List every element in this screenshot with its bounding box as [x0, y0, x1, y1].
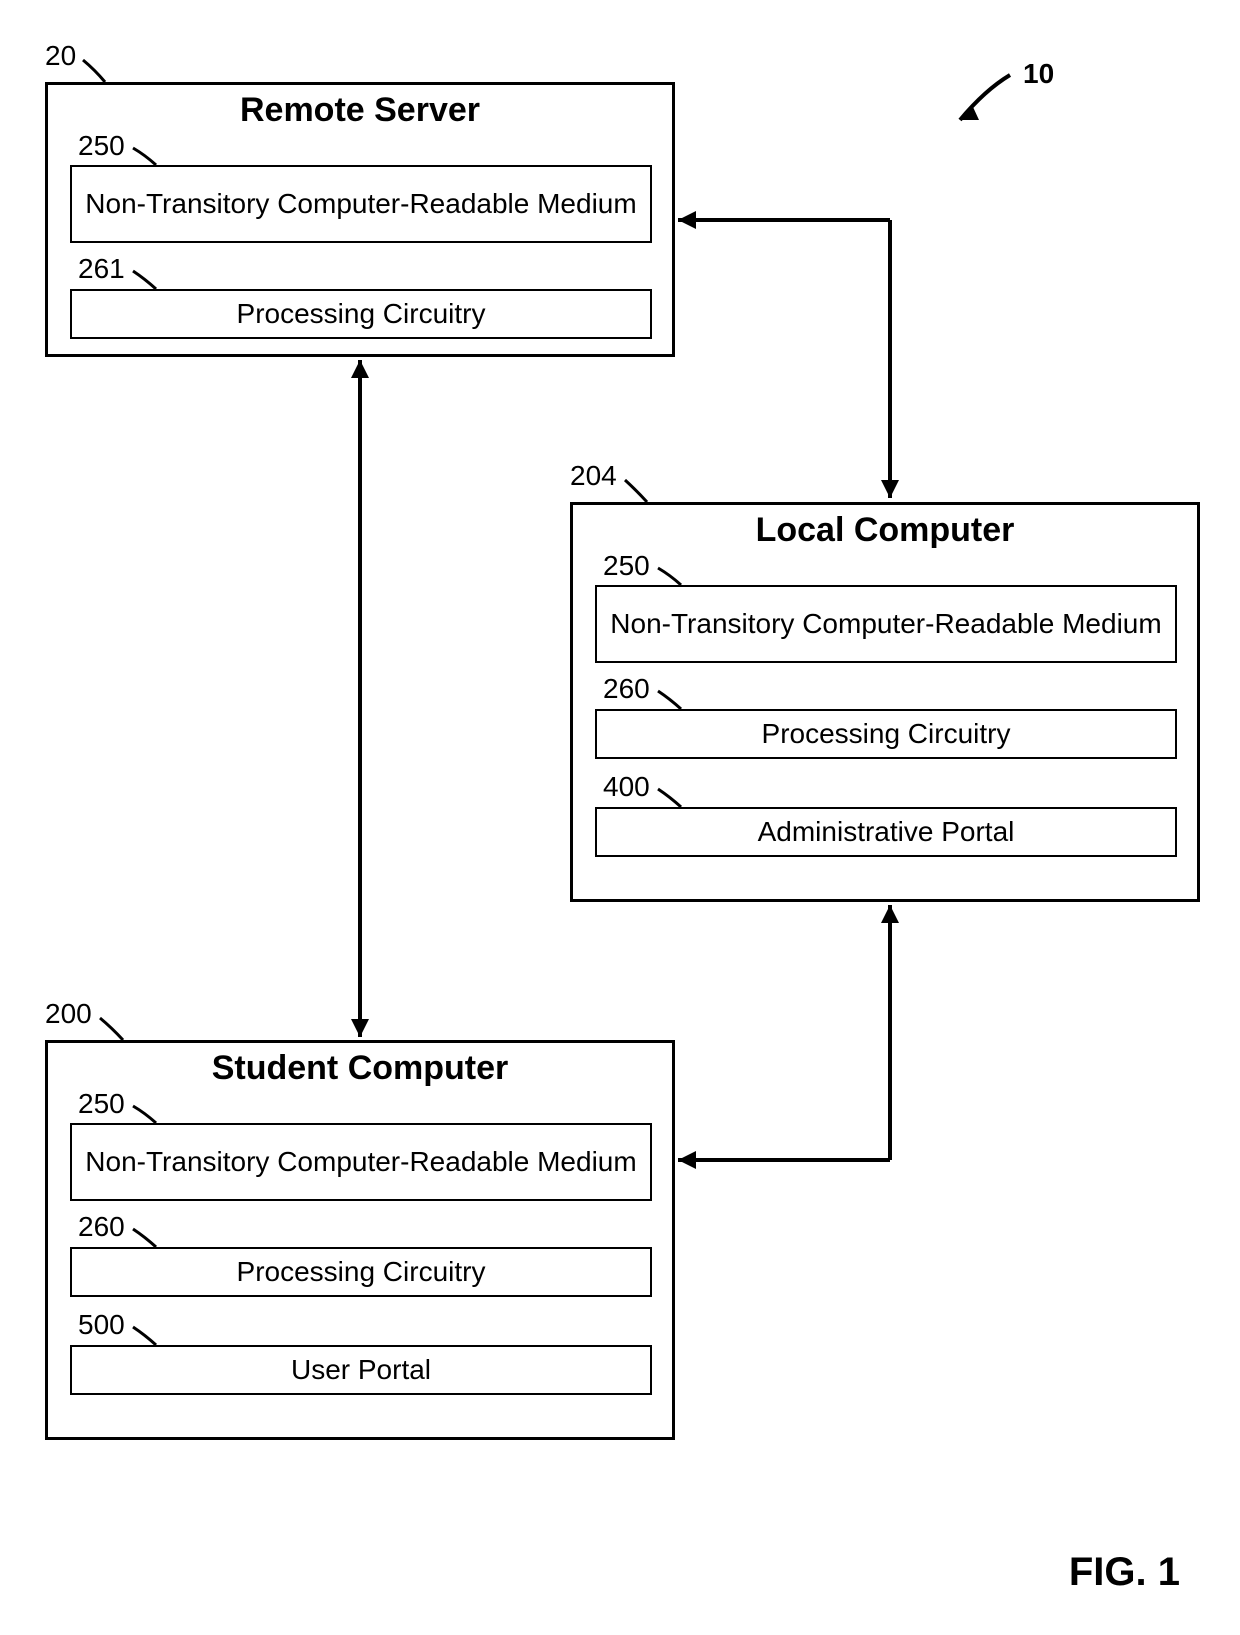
system-ref-label: 10: [1023, 58, 1054, 90]
local-computer-sub1-ref: 260: [603, 673, 650, 705]
diagram-canvas: 10 20 Remote Server 250 Non-Transitory C…: [0, 0, 1240, 1635]
local-computer-sub2-ref: 400: [603, 771, 650, 803]
remote-server-processing-box: Processing Circuitry: [70, 289, 652, 339]
local-computer-medium-box: Non-Transitory Computer-Readable Medium: [595, 585, 1177, 663]
figure-label: FIG. 1: [1069, 1550, 1180, 1595]
student-computer-sub0-ref: 250: [78, 1088, 125, 1120]
student-computer-block: Student Computer 250 Non-Transitory Comp…: [45, 1040, 675, 1440]
student-computer-title: Student Computer: [48, 1049, 672, 1088]
student-computer-user-portal-box: User Portal: [70, 1345, 652, 1395]
local-computer-admin-portal-box: Administrative Portal: [595, 807, 1177, 857]
local-computer-ref: 204: [570, 460, 617, 492]
student-computer-sub2-ref: 500: [78, 1309, 125, 1341]
student-computer-sub1-ref: 260: [78, 1211, 125, 1243]
student-computer-processing-box: Processing Circuitry: [70, 1247, 652, 1297]
local-computer-processing-box: Processing Circuitry: [595, 709, 1177, 759]
student-computer-ref: 200: [45, 998, 92, 1030]
remote-server-sub0-ref: 250: [78, 130, 125, 162]
local-computer-block: Local Computer 250 Non-Transitory Comput…: [570, 502, 1200, 902]
local-computer-sub0-ref: 250: [603, 550, 650, 582]
student-computer-medium-box: Non-Transitory Computer-Readable Medium: [70, 1123, 652, 1201]
remote-server-sub1-ref: 261: [78, 253, 125, 285]
remote-server-title: Remote Server: [48, 91, 672, 130]
remote-server-block: Remote Server 250 Non-Transitory Compute…: [45, 82, 675, 357]
remote-server-ref: 20: [45, 40, 76, 72]
remote-server-medium-box: Non-Transitory Computer-Readable Medium: [70, 165, 652, 243]
local-computer-title: Local Computer: [573, 511, 1197, 550]
